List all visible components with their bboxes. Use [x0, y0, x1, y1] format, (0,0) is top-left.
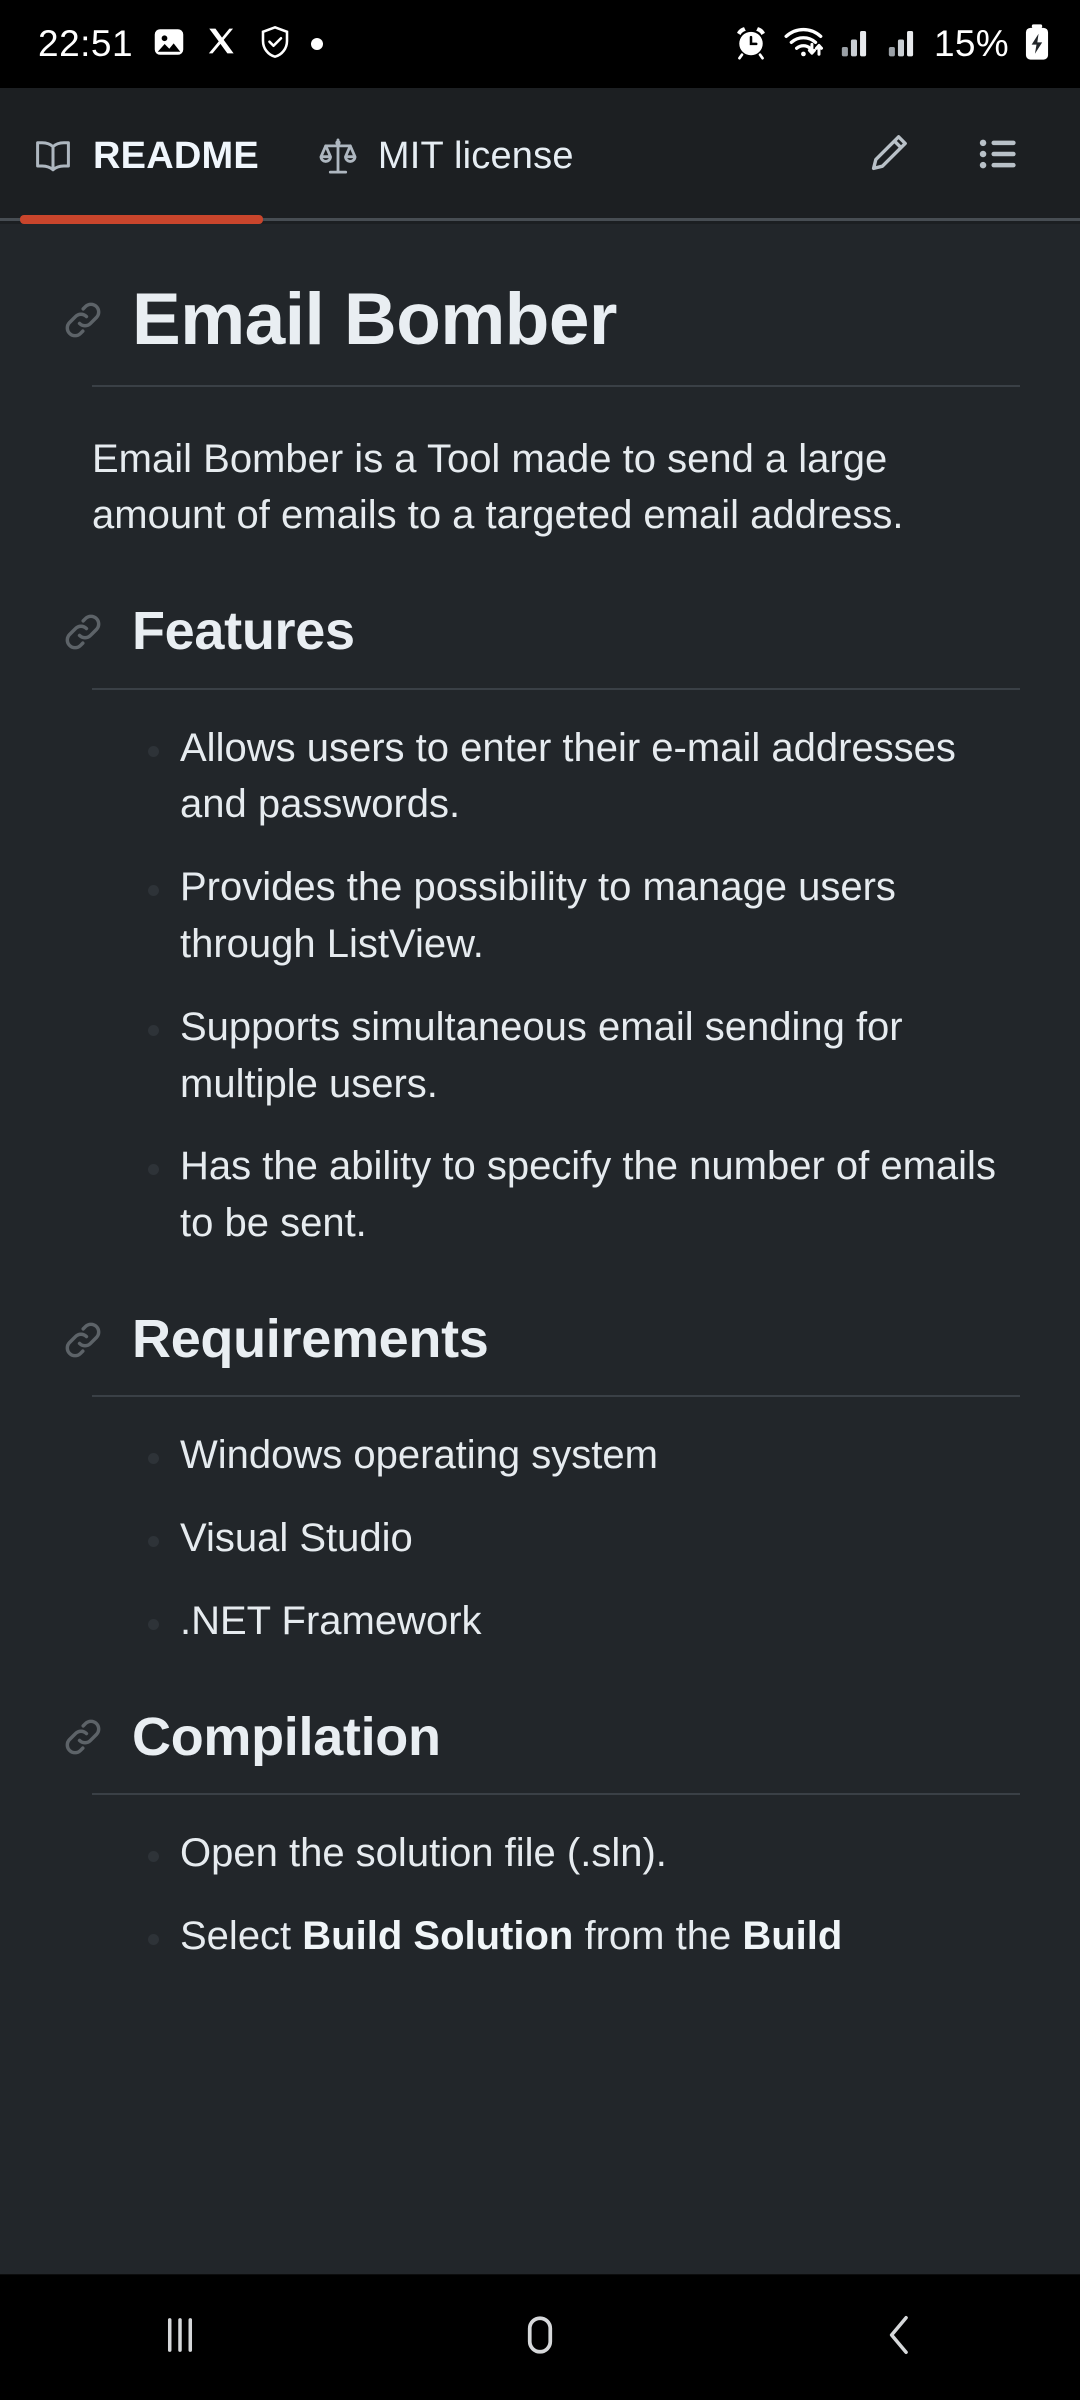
recents-icon — [152, 2307, 208, 2368]
section-compilation: Compilation Open the solution file (.sln… — [60, 1706, 1020, 1965]
dot-indicator-icon — [311, 38, 324, 50]
phone-screen: 22:51 15% README MIT license Email Bombe… — [0, 0, 1080, 2400]
android-nav-bar — [0, 2274, 1080, 2400]
tabbar-actions — [860, 128, 1054, 184]
scales-icon — [317, 135, 359, 177]
requirements-list: Windows operating system Visual Studio .… — [60, 1427, 1020, 1649]
edit-button[interactable] — [860, 128, 916, 184]
features-heading-row: Features — [60, 601, 1020, 662]
compilation-divider — [92, 1793, 1020, 1796]
readme-content[interactable]: Email Bomber Email Bomber is a Tool made… — [0, 224, 1080, 2274]
readme-title-row: Email Bomber — [60, 279, 1020, 360]
anchor-link-icon[interactable] — [60, 1714, 106, 1760]
recents-button[interactable] — [105, 2275, 255, 2400]
home-icon — [512, 2307, 568, 2368]
shield-check-icon — [257, 24, 293, 65]
wifi-icon — [783, 23, 827, 66]
list-item-partial: Select Build Solution from the Build — [60, 1908, 1020, 1965]
home-button[interactable] — [465, 2275, 615, 2400]
anchor-link-icon[interactable] — [60, 609, 106, 655]
compilation-heading-row: Compilation — [60, 1706, 1020, 1767]
section-features: Features Allows users to enter their e-m… — [60, 601, 1020, 1252]
battery-charging-icon — [1022, 23, 1052, 66]
signal-bars-1-icon — [840, 26, 874, 63]
gallery-icon — [151, 24, 187, 65]
tab-mit-license[interactable]: MIT license — [285, 88, 600, 224]
list-item: Has the ability to specify the number of… — [60, 1138, 1020, 1252]
readme-title-block: Email Bomber Email Bomber is a Tool made… — [60, 224, 1020, 544]
list-item: Visual Studio — [60, 1510, 1020, 1567]
back-button[interactable] — [825, 2275, 975, 2400]
book-icon — [32, 135, 74, 177]
list-item: Windows operating system — [60, 1427, 1020, 1484]
pencil-icon — [864, 130, 912, 183]
features-heading: Features — [132, 601, 355, 662]
requirements-heading: Requirements — [132, 1309, 489, 1369]
tab-list: README MIT license — [0, 88, 600, 224]
signal-bars-2-icon — [887, 26, 921, 63]
requirements-divider — [92, 1395, 1020, 1398]
compilation-list: Open the solution file (.sln). Select Bu… — [60, 1825, 1020, 1965]
battery-percent-label: 15% — [934, 23, 1009, 64]
list-item: Supports simultaneous email sending for … — [60, 999, 1020, 1113]
tab-readme[interactable]: README — [0, 88, 285, 224]
partial-text-bold-1: Build Solution — [302, 1913, 574, 1958]
anchor-link-icon[interactable] — [60, 1317, 106, 1363]
partial-text-mid: from the — [573, 1913, 743, 1958]
list-item: Provides the possibility to manage users… — [60, 859, 1020, 973]
title-divider — [92, 384, 1020, 387]
features-list: Allows users to enter their e-mail addre… — [60, 720, 1020, 1252]
status-bar-left: 22:51 — [38, 23, 324, 65]
status-bar: 22:51 15% — [0, 0, 1080, 88]
anchor-link-icon[interactable] — [60, 297, 106, 343]
tab-readme-label: README — [93, 134, 259, 177]
features-divider — [92, 687, 1020, 690]
partial-text-prefix: Select — [180, 1913, 303, 1958]
list-item: Allows users to enter their e-mail addre… — [60, 720, 1020, 834]
repo-tab-bar: README MIT license — [0, 88, 1080, 224]
list-item: .NET Framework — [60, 1593, 1020, 1650]
intro-paragraph: Email Bomber is a Tool made to send a la… — [92, 436, 904, 538]
partial-text-bold-2: Build — [742, 1913, 843, 1958]
status-bar-clock: 22:51 — [38, 23, 134, 64]
alarm-clock-icon — [732, 23, 770, 66]
tab-mit-license-label: MIT license — [377, 134, 574, 177]
x-twitter-icon — [205, 25, 239, 64]
compilation-heading: Compilation — [132, 1706, 441, 1767]
page-title: Email Bomber — [132, 279, 617, 360]
list-outline-icon — [975, 131, 1021, 182]
outline-button[interactable] — [970, 128, 1026, 184]
back-chevron-icon — [872, 2307, 928, 2368]
list-item: Open the solution file (.sln). — [60, 1825, 1020, 1882]
status-bar-right: 15% — [732, 23, 1052, 66]
section-requirements: Requirements Windows operating system Vi… — [60, 1309, 1020, 1650]
requirements-heading-row: Requirements — [60, 1309, 1020, 1369]
